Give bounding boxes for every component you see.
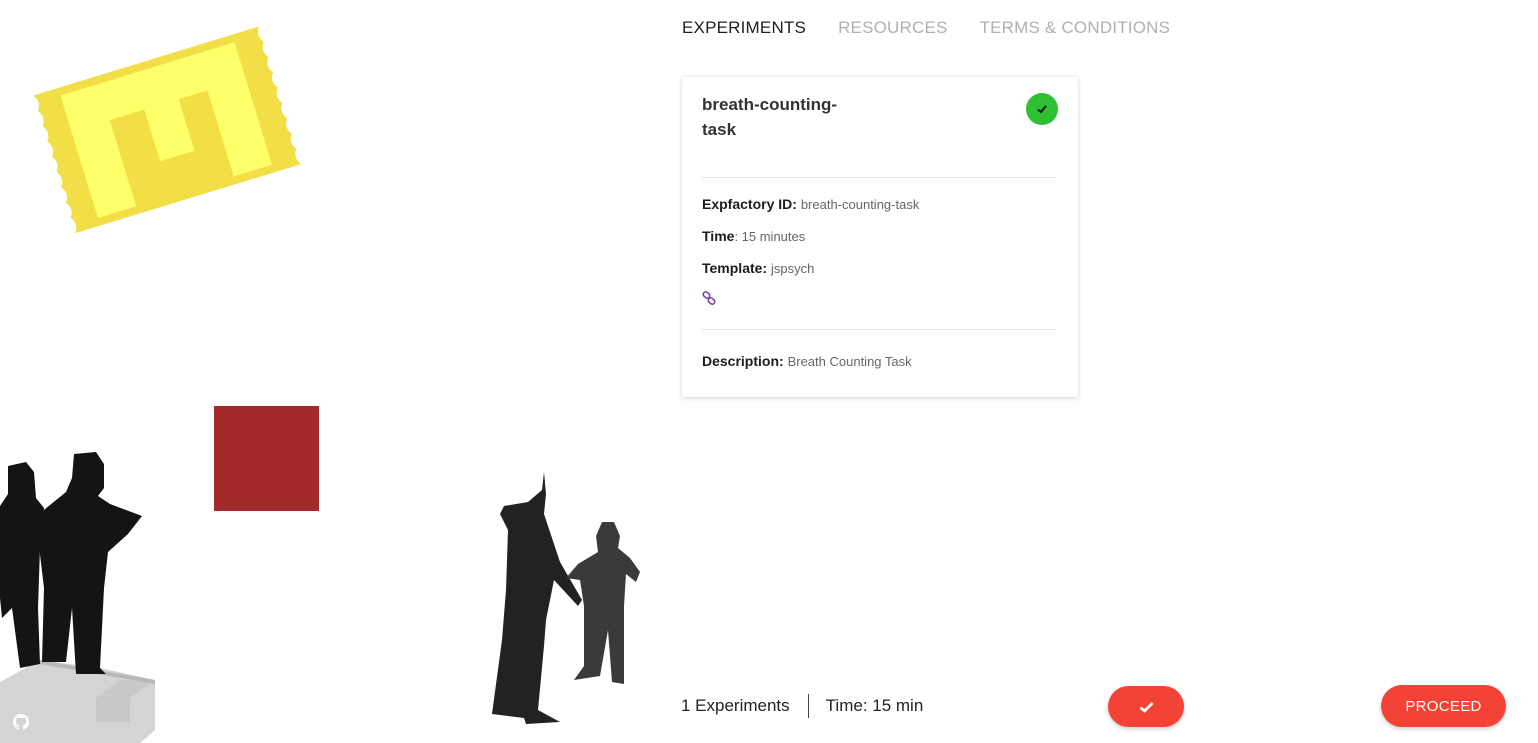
ticket-logo — [33, 26, 302, 234]
time-label: Time — [702, 228, 735, 244]
tab-resources[interactable]: RESOURCES — [838, 18, 948, 38]
proceed-button[interactable]: PROCEED — [1381, 685, 1506, 727]
github-icon[interactable] — [13, 714, 29, 730]
tab-terms-conditions[interactable]: TERMS & CONDITIONS — [980, 18, 1171, 38]
footer-summary: 1 Experiments Time: 15 min — [681, 693, 923, 719]
expfactory-id-value: breath-counting-task — [800, 197, 920, 212]
expfactory-id-row: Expfactory ID: breath-counting-task — [702, 196, 919, 212]
card-divider-top — [702, 177, 1057, 178]
experiment-card[interactable]: breath-counting-task Expfactory ID: brea… — [682, 77, 1078, 397]
link-icon[interactable] — [702, 291, 716, 305]
description-value: Breath Counting Task — [787, 354, 912, 369]
confirm-button[interactable] — [1108, 686, 1184, 727]
template-label: Template: — [702, 260, 768, 276]
experiment-title: breath-counting-task — [702, 95, 838, 139]
experiments-count: 1 Experiments — [681, 696, 790, 715]
card-divider-bottom — [702, 329, 1057, 330]
total-time: Time: 15 min — [825, 696, 924, 715]
red-square — [214, 406, 319, 511]
people-silhouette-left — [0, 452, 155, 743]
template-value: jspsych — [770, 261, 815, 276]
people-silhouette-middle — [492, 472, 640, 724]
top-nav: EXPERIMENTS RESOURCES TERMS & CONDITIONS — [682, 18, 1170, 38]
description-row: Description: Breath Counting Task — [702, 353, 912, 369]
footer-divider — [807, 694, 809, 718]
description-label: Description: — [702, 353, 784, 369]
expfactory-id-label: Expfactory ID: — [702, 196, 797, 212]
tab-experiments[interactable]: EXPERIMENTS — [682, 18, 806, 38]
checkmark-icon — [1139, 701, 1153, 713]
time-row: Time: 15 minutes — [702, 228, 805, 244]
template-row: Template: jspsych — [702, 260, 814, 276]
time-value: : 15 minutes — [734, 229, 806, 244]
check-circle-icon[interactable] — [1026, 93, 1058, 125]
